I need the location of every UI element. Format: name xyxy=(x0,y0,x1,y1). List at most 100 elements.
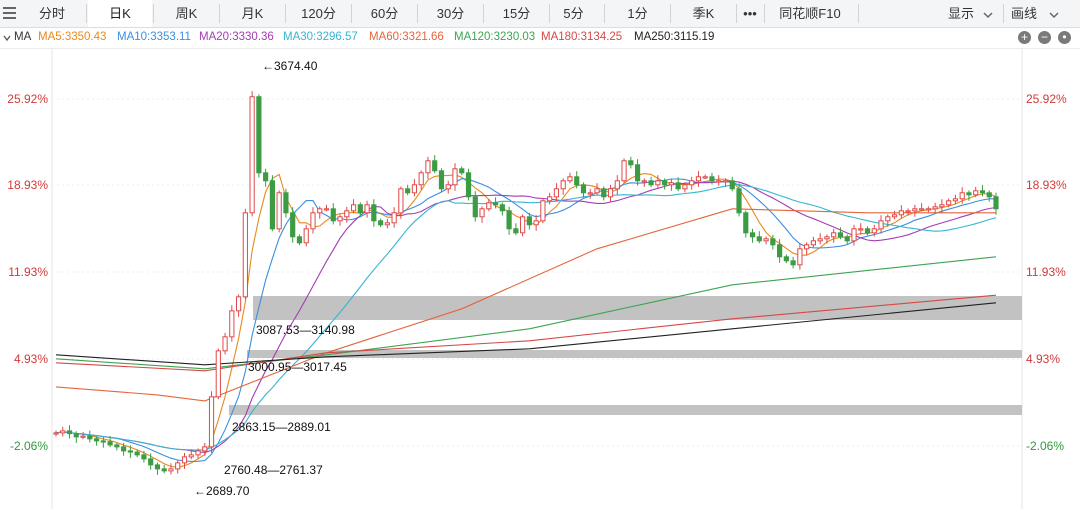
candle-body xyxy=(53,432,59,435)
candle-body xyxy=(114,444,120,448)
candle-body xyxy=(594,188,600,194)
candle-body xyxy=(148,458,154,466)
candle-body xyxy=(161,468,167,472)
kline-chart[interactable]: 25.92% 25.92% 18.93% 18.93% 11.93% 11.93% 4.93… xyxy=(0,49,1080,509)
candle-body xyxy=(479,208,485,218)
candle-body xyxy=(641,180,647,183)
candle-body xyxy=(790,260,796,266)
candle-body xyxy=(134,451,140,456)
candle-body xyxy=(756,236,762,242)
tab-monthly-k[interactable]: 月K xyxy=(221,0,284,27)
candle-body xyxy=(438,170,445,190)
ma120-value: MA120:3230.03 xyxy=(454,31,536,43)
candle-body xyxy=(452,168,458,186)
candle-body xyxy=(574,176,580,186)
period-toolbar: 分时 日K 周K 月K 120分 60分 30分 15分 5分 1分 季K ••… xyxy=(0,0,1080,28)
candle-body xyxy=(749,232,756,238)
more-periods-button[interactable]: ••• xyxy=(738,0,762,27)
tab-120min[interactable]: 120分 xyxy=(287,0,350,27)
candle-body xyxy=(898,210,904,216)
y-tick-label-left: -2.06% xyxy=(10,439,48,453)
tab-weekly-k[interactable]: 周K xyxy=(155,0,218,27)
f10-button[interactable]: 同花顺F10 xyxy=(766,0,854,27)
y-tick-label-right: 25.92% xyxy=(1026,92,1067,106)
candle-body xyxy=(655,180,661,186)
candle-body xyxy=(168,468,174,472)
gap-zone xyxy=(247,350,1022,358)
candle-body xyxy=(269,180,275,230)
zoom-out-icon[interactable]: − xyxy=(1038,31,1051,44)
candle-body xyxy=(979,190,986,194)
candle-body xyxy=(553,188,560,198)
candle-body xyxy=(952,198,959,202)
candle-body xyxy=(844,236,850,242)
candle-body xyxy=(864,228,871,234)
candle-body xyxy=(709,176,715,182)
candle-body xyxy=(601,188,607,198)
candle-body xyxy=(303,228,309,244)
candle-body xyxy=(797,248,803,266)
candle-body xyxy=(682,184,688,190)
candle-body xyxy=(966,192,972,196)
menu-icon[interactable] xyxy=(0,2,20,24)
display-menu-button[interactable]: 显示 xyxy=(948,0,994,27)
candle-body xyxy=(804,244,810,250)
tab-1min[interactable]: 1分 xyxy=(606,0,669,27)
candle-body xyxy=(824,236,830,240)
candle-body xyxy=(337,216,343,222)
chevron-down-icon xyxy=(983,12,993,18)
y-tick-label-right: 4.93% xyxy=(1026,352,1060,366)
tab-5min[interactable]: 5分 xyxy=(551,0,596,27)
candle-body xyxy=(946,200,952,206)
candle-body xyxy=(195,450,201,456)
candle-body xyxy=(222,336,228,352)
y-tick-label-left: 18.93% xyxy=(7,178,48,192)
draw-tool-dropdown[interactable] xyxy=(1048,0,1080,27)
candle-body xyxy=(634,164,641,182)
candle-body xyxy=(885,216,891,222)
candle-body xyxy=(391,212,397,224)
gap-zone xyxy=(229,405,1022,415)
ma-chevron-icon[interactable] xyxy=(2,33,12,43)
ma250-value: MA250:3115.19 xyxy=(634,31,715,43)
gap-zone xyxy=(253,296,1022,320)
candle-body xyxy=(492,202,499,206)
ma20-value: MA20:3330.36 xyxy=(199,31,274,43)
ma-title[interactable]: MA xyxy=(14,31,31,43)
candle-body xyxy=(837,232,844,238)
tab-60min[interactable]: 60分 xyxy=(353,0,416,27)
candle-body xyxy=(80,435,86,438)
y-tick-label-left: 4.93% xyxy=(14,352,48,366)
candle-body xyxy=(986,192,992,198)
candle-body xyxy=(702,176,708,179)
candle-body xyxy=(695,176,702,182)
tab-intraday[interactable]: 分时 xyxy=(20,0,84,27)
tab-daily-k[interactable]: 日K xyxy=(88,0,152,27)
candle-body xyxy=(472,196,478,218)
candle-body xyxy=(770,238,776,246)
candle-body xyxy=(743,212,749,234)
candle-body xyxy=(858,228,864,231)
settings-icon[interactable]: • xyxy=(1058,31,1071,44)
ma180-value: MA180:3134.25 xyxy=(541,31,623,43)
zoom-in-icon[interactable]: + xyxy=(1018,31,1031,44)
candle-body xyxy=(675,182,681,190)
tab-30min[interactable]: 30分 xyxy=(419,0,482,27)
candle-body xyxy=(891,214,898,218)
tab-15min[interactable]: 15分 xyxy=(485,0,548,27)
candle-body xyxy=(141,454,147,460)
tab-quarterly-k[interactable]: 季K xyxy=(672,0,735,27)
candle-body xyxy=(188,454,194,458)
draw-line-button[interactable]: 画线 xyxy=(1011,0,1037,27)
ma10-value: MA10:3353.11 xyxy=(117,31,191,43)
candle-body xyxy=(580,184,587,194)
candle-body xyxy=(729,180,735,190)
candle-body xyxy=(567,176,573,182)
y-tick-label-right: 18.93% xyxy=(1026,178,1067,192)
candle-body xyxy=(154,464,161,470)
candle-body xyxy=(871,228,877,234)
candle-body xyxy=(959,192,965,200)
candle-body xyxy=(662,180,668,186)
candle-body xyxy=(425,160,431,174)
candle-body xyxy=(384,222,390,226)
